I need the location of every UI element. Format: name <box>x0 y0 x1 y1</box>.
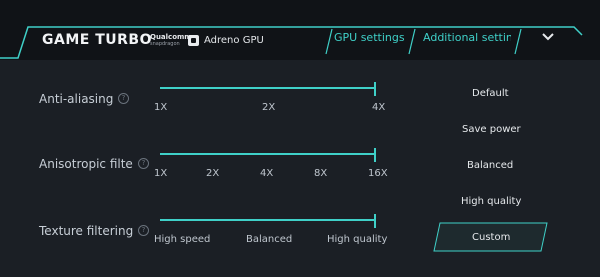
texture-filtering-slider-track[interactable] <box>160 219 376 221</box>
chevron-down-icon[interactable] <box>540 30 556 44</box>
anti-aliasing-slider-track[interactable] <box>160 87 376 89</box>
header-bar <box>0 0 600 60</box>
help-icon[interactable]: ? <box>118 93 129 104</box>
preset-balanced[interactable]: Balanced <box>467 160 513 171</box>
app-title: GAME TURBO <box>42 32 152 48</box>
preset-save-power[interactable]: Save power <box>462 124 521 135</box>
anisotropic-tick: 16X <box>368 168 388 179</box>
anti-aliasing-label: Anti-aliasing <box>39 92 114 106</box>
anti-aliasing-slider-thumb[interactable] <box>374 82 376 96</box>
chip-icon <box>188 35 199 46</box>
anisotropic-slider-track[interactable] <box>160 153 376 155</box>
anisotropic-tick: 2X <box>206 168 220 179</box>
anti-aliasing-tick: 4X <box>372 102 386 113</box>
tab-additional-settings[interactable]: Additional settings <box>423 31 511 44</box>
brand-line2: snapdragon <box>150 41 180 47</box>
qualcomm-logo: Qualcomm snapdragon <box>150 34 192 48</box>
anisotropic-tick: 4X <box>260 168 274 179</box>
texture-filtering-tick: High quality <box>327 234 388 245</box>
texture-filtering-slider-thumb[interactable] <box>374 214 376 228</box>
anisotropic-slider-thumb[interactable] <box>374 148 376 162</box>
preset-custom-label: Custom <box>472 232 511 243</box>
help-icon[interactable]: ? <box>138 225 149 236</box>
help-icon[interactable]: ? <box>138 158 149 169</box>
header-border <box>0 26 583 59</box>
anisotropic-tick: 1X <box>154 168 168 179</box>
texture-filtering-tick: High speed <box>154 234 211 245</box>
preset-default[interactable]: Default <box>472 88 509 99</box>
preset-high-quality[interactable]: High quality <box>461 196 521 207</box>
anisotropic-tick: 8X <box>314 168 328 179</box>
anti-aliasing-tick: 1X <box>154 102 168 113</box>
brand-line1: Qualcomm <box>150 33 192 41</box>
anti-aliasing-tick: 2X <box>262 102 276 113</box>
gpu-name: Adreno GPU <box>204 35 264 46</box>
tab-gpu-settings[interactable]: GPU settings <box>334 31 405 44</box>
texture-filtering-tick: Balanced <box>246 234 293 245</box>
texture-filtering-label: Texture filtering <box>39 224 134 238</box>
anisotropic-label: Anisotropic filte <box>39 157 133 171</box>
